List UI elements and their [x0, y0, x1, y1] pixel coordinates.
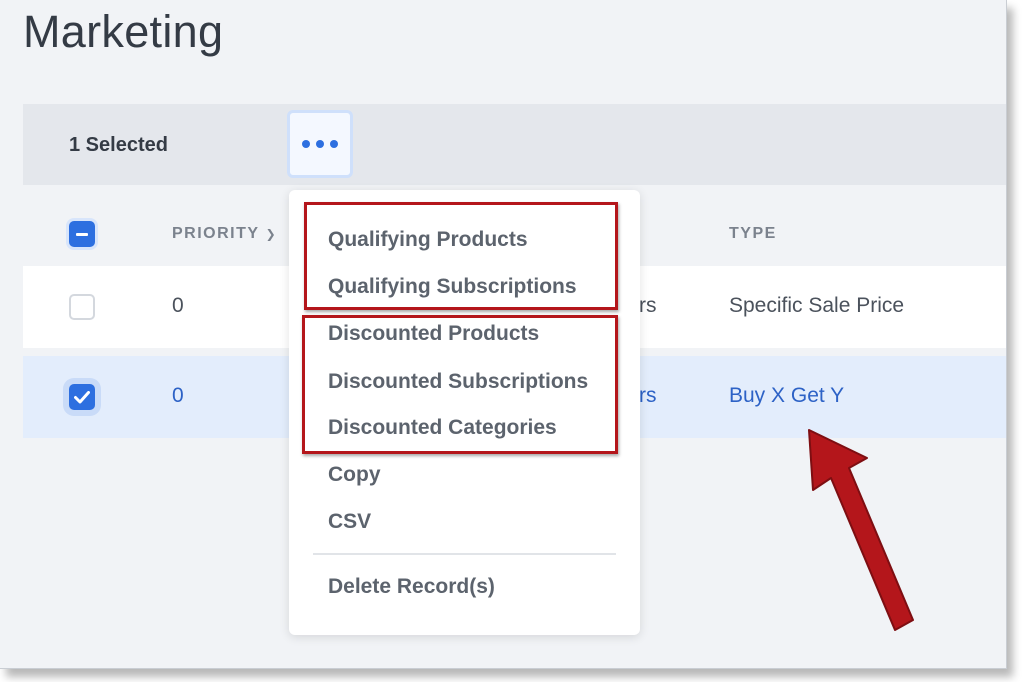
type-cell[interactable]: Buy X Get Y [729, 384, 844, 408]
app-frame: Marketing 1 Selected PRIORITY ❯ TYPE 0 rs… [0, 0, 1007, 669]
page-title: Marketing [23, 6, 224, 57]
minus-icon [76, 232, 88, 236]
highlight-box-discounted [302, 315, 618, 454]
chevron-down-icon: ❯ [265, 227, 278, 241]
partial-cell: rs [639, 384, 657, 407]
partial-cell: rs [639, 294, 657, 317]
more-actions-button[interactable] [287, 110, 353, 178]
menu-item-csv[interactable]: CSV [328, 510, 371, 534]
priority-column-header[interactable]: PRIORITY ❯ [172, 225, 277, 243]
type-column-header[interactable]: TYPE [729, 225, 777, 243]
row-checkbox[interactable] [69, 294, 95, 320]
menu-item-copy[interactable]: Copy [328, 463, 381, 487]
ellipsis-icon [302, 140, 338, 148]
priority-cell: 0 [172, 294, 184, 317]
menu-item-delete-records[interactable]: Delete Record(s) [328, 575, 495, 599]
bulk-action-bar: 1 Selected [23, 104, 1006, 185]
red-arrow-icon [808, 429, 914, 631]
row-checkbox[interactable] [69, 384, 95, 410]
highlight-box-qualifying [304, 202, 618, 310]
select-all-checkbox[interactable] [69, 221, 95, 247]
priority-cell: 0 [172, 384, 184, 407]
checkmark-icon [74, 390, 90, 403]
menu-divider [313, 553, 616, 555]
type-cell: Specific Sale Price [729, 294, 905, 317]
selected-count: 1 Selected [69, 134, 168, 156]
